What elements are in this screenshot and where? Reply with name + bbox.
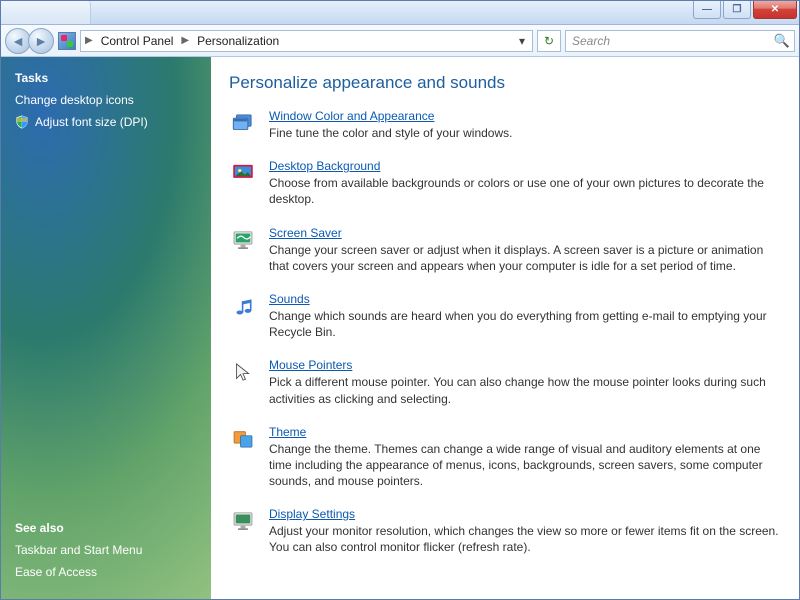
desc-window-color: Fine tune the color and style of your wi… <box>269 125 781 141</box>
content: Personalize appearance and sounds Window… <box>211 57 799 599</box>
inactive-tab <box>1 1 91 24</box>
link-mouse-pointers[interactable]: Mouse Pointers <box>269 358 352 372</box>
close-button[interactable]: ✕ <box>753 1 797 19</box>
link-theme[interactable]: Theme <box>269 425 306 439</box>
titlebar: — ❐ ✕ <box>1 1 799 25</box>
refresh-icon: ↻ <box>544 34 554 48</box>
desc-theme: Change the theme. Themes can change a wi… <box>269 441 781 490</box>
desc-desktop-background: Choose from available backgrounds or col… <box>269 175 781 207</box>
window-controls: — ❐ ✕ <box>693 1 799 19</box>
sounds-icon <box>229 292 257 320</box>
search-input[interactable]: Search 🔍 <box>565 30 795 52</box>
item-sounds: Sounds Change which sounds are heard whe… <box>229 292 781 340</box>
search-placeholder: Search <box>572 34 774 48</box>
task-label: Change desktop icons <box>15 93 134 107</box>
shield-icon <box>15 115 29 129</box>
link-window-color[interactable]: Window Color and Appearance <box>269 109 434 123</box>
item-window-color: Window Color and Appearance Fine tune th… <box>229 109 781 141</box>
chevron-right-icon: ▶ <box>83 35 95 46</box>
search-icon: 🔍 <box>774 33 790 49</box>
see-also-heading: See also <box>15 521 197 535</box>
window-color-icon <box>229 109 257 137</box>
minimize-button[interactable]: — <box>693 1 721 19</box>
theme-icon <box>229 425 257 453</box>
page-title: Personalize appearance and sounds <box>229 73 781 93</box>
task-label: Adjust font size (DPI) <box>35 115 148 129</box>
see-also-ease-of-access[interactable]: Ease of Access <box>15 565 197 579</box>
desc-sounds: Change which sounds are heard when you d… <box>269 308 781 340</box>
chevron-right-icon: ▶ <box>179 35 191 46</box>
desc-display-settings: Adjust your monitor resolution, which ch… <box>269 523 781 555</box>
breadcrumb-item[interactable]: Control Panel <box>95 31 180 51</box>
link-screen-saver[interactable]: Screen Saver <box>269 226 342 240</box>
body: Tasks Change desktop icons Adjust font s… <box>1 57 799 599</box>
link-sounds[interactable]: Sounds <box>269 292 310 306</box>
control-panel-icon <box>58 32 76 50</box>
maximize-button[interactable]: ❐ <box>723 1 751 19</box>
tasks-heading: Tasks <box>15 71 197 85</box>
item-mouse-pointers: Mouse Pointers Pick a different mouse po… <box>229 358 781 406</box>
desc-mouse-pointers: Pick a different mouse pointer. You can … <box>269 374 781 406</box>
desc-screen-saver: Change your screen saver or adjust when … <box>269 242 781 274</box>
task-adjust-font-size[interactable]: Adjust font size (DPI) <box>15 115 197 129</box>
desktop-background-icon <box>229 159 257 187</box>
breadcrumb-item[interactable]: Personalization <box>191 31 285 51</box>
sidebar: Tasks Change desktop icons Adjust font s… <box>1 57 211 599</box>
item-desktop-background: Desktop Background Choose from available… <box>229 159 781 207</box>
screen-saver-icon <box>229 226 257 254</box>
link-label: Ease of Access <box>15 565 97 579</box>
refresh-button[interactable]: ↻ <box>537 30 561 52</box>
see-also: See also Taskbar and Start Menu Ease of … <box>15 521 197 587</box>
item-screen-saver: Screen Saver Change your screen saver or… <box>229 226 781 274</box>
link-desktop-background[interactable]: Desktop Background <box>269 159 380 173</box>
breadcrumb[interactable]: ▶ Control Panel ▶ Personalization ▾ <box>80 30 533 52</box>
link-display-settings[interactable]: Display Settings <box>269 507 355 521</box>
toolbar: ◄ ► ▶ Control Panel ▶ Personalization ▾ … <box>1 25 799 57</box>
item-display-settings: Display Settings Adjust your monitor res… <box>229 507 781 555</box>
link-label: Taskbar and Start Menu <box>15 543 142 557</box>
forward-button[interactable]: ► <box>28 28 54 54</box>
arrow-left-icon: ◄ <box>11 33 25 49</box>
mouse-pointers-icon <box>229 358 257 386</box>
item-theme: Theme Change the theme. Themes can chang… <box>229 425 781 490</box>
nav-buttons: ◄ ► <box>5 28 54 54</box>
task-change-desktop-icons[interactable]: Change desktop icons <box>15 93 197 107</box>
breadcrumb-dropdown[interactable]: ▾ <box>514 34 530 48</box>
display-settings-icon <box>229 507 257 535</box>
see-also-taskbar[interactable]: Taskbar and Start Menu <box>15 543 197 557</box>
arrow-right-icon: ► <box>34 33 48 49</box>
explorer-window: — ❐ ✕ ◄ ► ▶ Control Panel ▶ Personalizat… <box>0 0 800 600</box>
